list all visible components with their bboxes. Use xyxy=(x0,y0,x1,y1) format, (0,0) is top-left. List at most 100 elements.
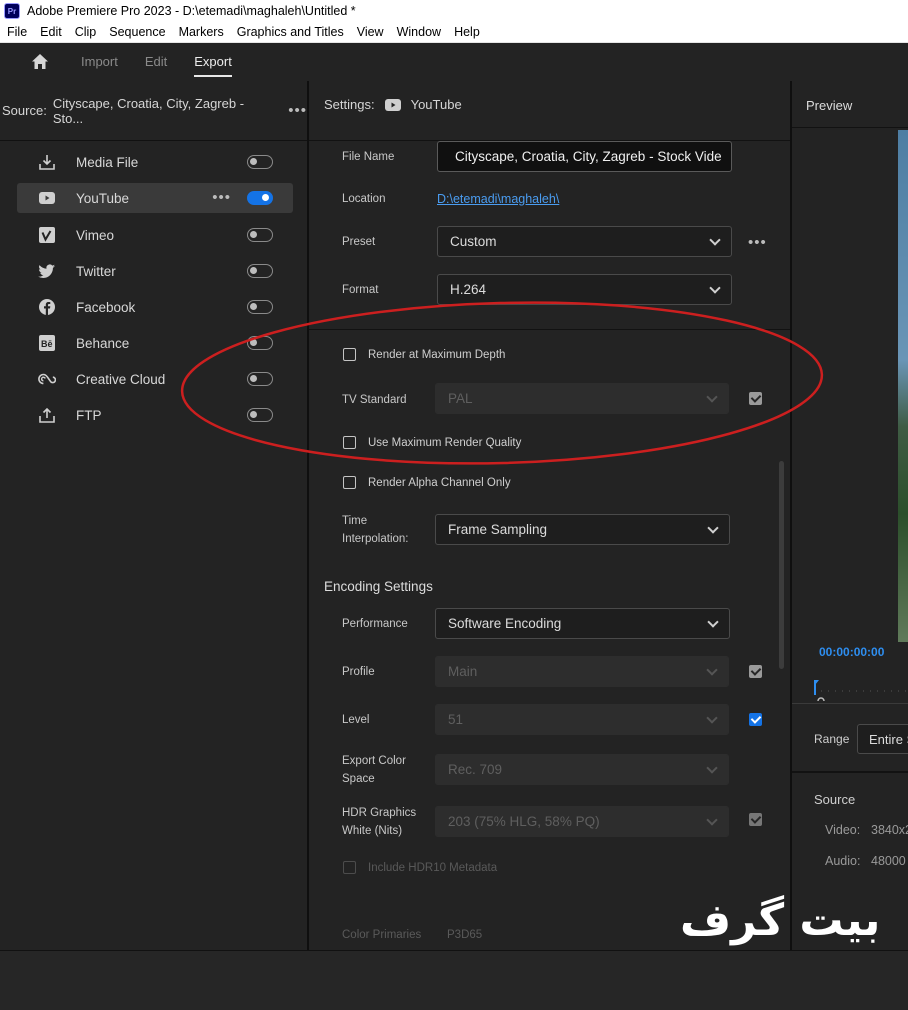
destination-label: FTP xyxy=(76,407,102,423)
timeline-ruler[interactable] xyxy=(814,679,908,701)
tab-export[interactable]: Export xyxy=(194,43,232,81)
window-title: Adobe Premiere Pro 2023 - D:\etemadi\mag… xyxy=(27,4,356,18)
source-more-icon[interactable]: ••• xyxy=(288,102,307,119)
destination-media-file[interactable]: Media File xyxy=(17,147,293,177)
tv-standard-value: PAL xyxy=(448,391,473,406)
destination-label: Twitter xyxy=(76,263,116,279)
timecode[interactable]: 00:00:00:00 xyxy=(819,645,884,659)
profile-value: Main xyxy=(448,664,478,679)
profile-checkbox[interactable] xyxy=(749,665,762,678)
menu-markers[interactable]: Markers xyxy=(179,25,224,39)
audio-info-label: Audio: xyxy=(825,854,861,868)
destination-label: Facebook xyxy=(76,299,136,315)
destination-behance[interactable]: Bē Behance xyxy=(17,328,293,358)
settings-destination: YouTube xyxy=(410,97,462,112)
preview-divider xyxy=(792,127,908,128)
hdr10-metadata-label: Include HDR10 Metadata xyxy=(368,862,498,874)
preset-dropdown[interactable]: Custom xyxy=(437,226,732,257)
chevron-down-icon xyxy=(709,234,721,246)
color-primaries-value: P3D65 xyxy=(447,929,483,941)
color-primaries-label: Color Primaries xyxy=(342,929,422,941)
time-interpolation-value: Frame Sampling xyxy=(448,522,548,537)
destination-toggle[interactable] xyxy=(247,155,273,169)
destination-toggle[interactable] xyxy=(247,191,273,205)
preset-more-icon[interactable]: ••• xyxy=(748,234,767,251)
export-color-space-label: Export Color xyxy=(342,755,406,767)
max-render-quality-checkbox[interactable] xyxy=(343,436,356,449)
menu-file[interactable]: File xyxy=(7,25,27,39)
hdr-graphics-label: HDR Graphics xyxy=(342,807,417,819)
upload-icon xyxy=(38,406,56,424)
export-color-space-label-2: Space xyxy=(342,773,375,785)
destination-toggle[interactable] xyxy=(247,300,273,314)
location-label: Location xyxy=(342,193,386,205)
render-max-depth-checkbox[interactable] xyxy=(343,348,356,361)
twitter-icon xyxy=(38,262,56,280)
time-interpolation-label: Time xyxy=(342,515,368,527)
format-dropdown[interactable]: H.264 xyxy=(437,274,732,305)
youtube-more-icon[interactable]: ••• xyxy=(212,189,231,206)
export-color-space-value: Rec. 709 xyxy=(448,762,503,777)
destination-youtube[interactable]: YouTube ••• xyxy=(17,183,293,213)
destination-toggle[interactable] xyxy=(247,336,273,350)
profile-label: Profile xyxy=(342,666,375,678)
tab-import[interactable]: Import xyxy=(81,43,118,81)
destination-facebook[interactable]: Facebook xyxy=(17,292,293,322)
preview-panel: Preview 00:00:00:00 Range Entire S Sourc… xyxy=(792,81,908,950)
destination-toggle[interactable] xyxy=(247,228,273,242)
destinations-panel: Source: Cityscape, Croatia, City, Zagreb… xyxy=(0,81,307,950)
settings-header: Settings: YouTube xyxy=(324,97,462,112)
download-icon xyxy=(38,153,56,171)
source-divider xyxy=(792,771,908,773)
chevron-down-icon xyxy=(707,522,719,534)
destination-label: Creative Cloud xyxy=(76,371,166,387)
destination-creative-cloud[interactable]: Creative Cloud xyxy=(17,364,293,394)
menu-window[interactable]: Window xyxy=(397,25,441,39)
location-link[interactable]: D:\etemadi\maghaleh\ xyxy=(437,190,559,208)
home-icon[interactable] xyxy=(31,53,49,71)
chevron-down-icon xyxy=(707,616,719,628)
menu-edit[interactable]: Edit xyxy=(40,25,62,39)
workspace-nav: Import Edit Export xyxy=(0,43,908,81)
tv-standard-checkbox[interactable] xyxy=(749,392,762,405)
hdr10-metadata-checkbox[interactable] xyxy=(343,861,356,874)
source-bar: Source: Cityscape, Croatia, City, Zagreb… xyxy=(0,81,307,141)
menu-bar: File Edit Clip Sequence Markers Graphics… xyxy=(0,22,908,43)
profile-dropdown[interactable]: Main xyxy=(435,656,729,687)
file-name-input[interactable]: Cityscape, Croatia, City, Zagreb - Stock… xyxy=(437,141,732,172)
menu-clip[interactable]: Clip xyxy=(75,25,97,39)
export-color-space-dropdown[interactable]: Rec. 709 xyxy=(435,754,729,785)
menu-help[interactable]: Help xyxy=(454,25,480,39)
range-dropdown[interactable]: Entire S xyxy=(857,724,908,754)
menu-sequence[interactable]: Sequence xyxy=(109,25,165,39)
range-line xyxy=(792,703,908,704)
performance-dropdown[interactable]: Software Encoding xyxy=(435,608,730,639)
destination-toggle[interactable] xyxy=(247,372,273,386)
chevron-down-icon xyxy=(706,762,718,774)
creative-cloud-icon xyxy=(38,370,56,388)
menu-graphics-and-titles[interactable]: Graphics and Titles xyxy=(237,25,344,39)
tv-standard-dropdown[interactable]: PAL xyxy=(435,383,729,414)
destination-toggle[interactable] xyxy=(247,408,273,422)
render-alpha-checkbox[interactable] xyxy=(343,476,356,489)
chevron-down-icon xyxy=(706,391,718,403)
video-info-value: 3840x2 xyxy=(871,823,908,837)
level-checkbox[interactable] xyxy=(749,713,762,726)
destination-ftp[interactable]: FTP xyxy=(17,400,293,430)
video-info-label: Video: xyxy=(825,823,861,837)
format-value: H.264 xyxy=(450,282,487,297)
svg-text:Bē: Bē xyxy=(41,339,53,349)
settings-scrollbar[interactable] xyxy=(779,461,784,669)
encoding-settings-header: Encoding Settings xyxy=(324,579,433,594)
time-interpolation-dropdown[interactable]: Frame Sampling xyxy=(435,514,730,545)
menu-view[interactable]: View xyxy=(357,25,384,39)
hdr-graphics-checkbox[interactable] xyxy=(749,813,762,826)
destination-toggle[interactable] xyxy=(247,264,273,278)
youtube-icon xyxy=(384,98,402,112)
range-label: Range xyxy=(814,732,850,746)
level-dropdown[interactable]: 51 xyxy=(435,704,729,735)
destination-twitter[interactable]: Twitter xyxy=(17,256,293,286)
tab-edit[interactable]: Edit xyxy=(145,43,167,81)
destination-vimeo[interactable]: Vimeo xyxy=(17,220,293,250)
hdr-graphics-dropdown[interactable]: 203 (75% HLG, 58% PQ) xyxy=(435,806,729,837)
